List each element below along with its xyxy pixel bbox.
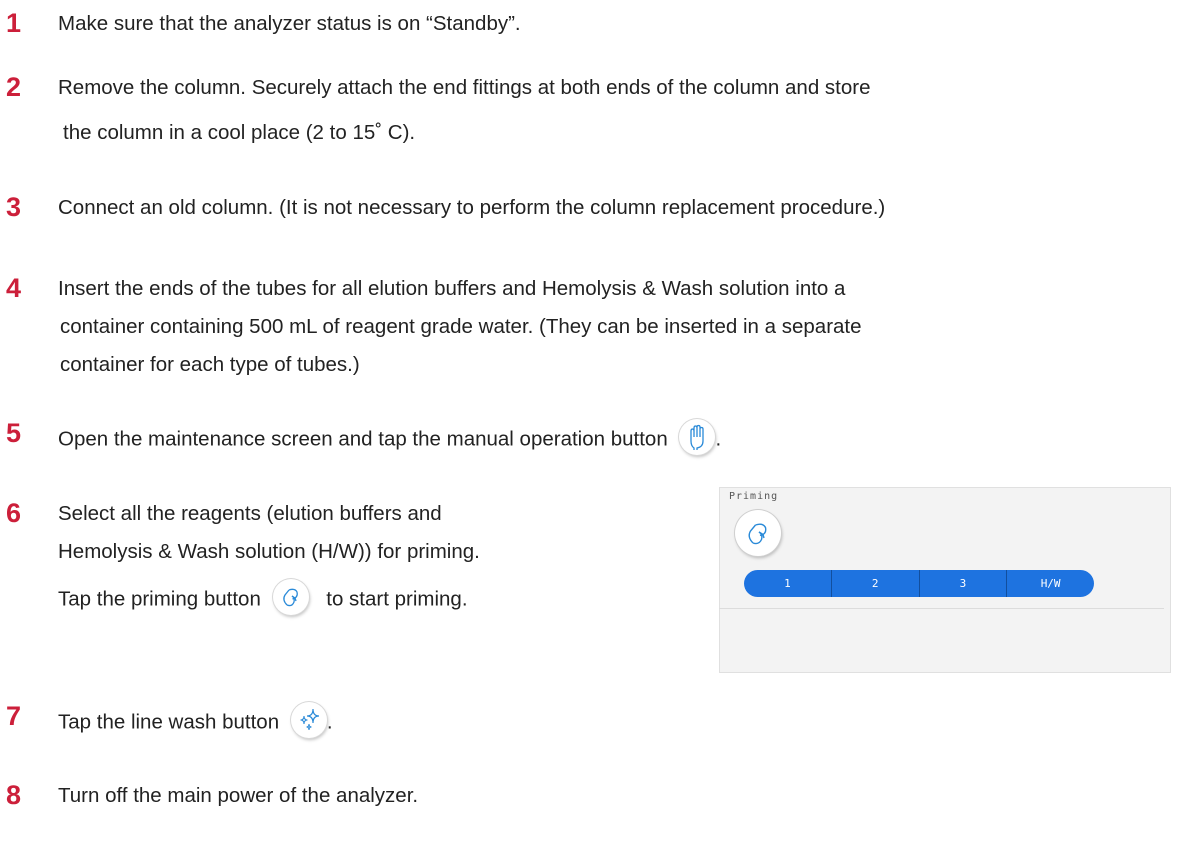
step-number: 5: [6, 418, 22, 448]
step-number: 1: [6, 8, 22, 38]
step-text: Open the maintenance screen and tap the …: [58, 427, 668, 451]
step-text-line-3-end: to start priming.: [326, 587, 468, 611]
sparkle-icon: [290, 702, 327, 738]
step-text-line-1: Insert the ends of the tubes for all elu…: [58, 277, 846, 300]
step-number: 7: [6, 701, 22, 731]
step-text-line-3: container for each type of tubes.): [60, 353, 360, 376]
reagent-selector: 1 2 3 H/W: [744, 570, 1094, 597]
step-text-line-1: Select all the reagents (elution buffers…: [58, 502, 442, 525]
step-text-line-2: Hemolysis & Wash solution (H/W)) for pri…: [58, 540, 480, 563]
step-text: Tap the line wash button: [58, 710, 280, 734]
reagent-segment-hw[interactable]: H/W: [1007, 570, 1094, 597]
step-number: 2: [6, 72, 22, 102]
step-text-line-3-start: Tap the priming button: [58, 587, 261, 611]
priming-panel-title: Priming: [729, 491, 779, 502]
step-suffix: .: [715, 427, 722, 451]
step-suffix: .: [326, 710, 333, 734]
droplet-icon: [272, 579, 309, 615]
panel-divider: [719, 608, 1164, 609]
step-number: 8: [6, 780, 22, 810]
step-text-line-1: Remove the column. Securely attach the e…: [58, 76, 871, 99]
step-text: Make sure that the analyzer status is on…: [58, 12, 521, 35]
reagent-segment-3[interactable]: 3: [920, 570, 1008, 597]
step-text: Turn off the main power of the analyzer.: [58, 784, 419, 807]
step-number: 3: [6, 192, 22, 222]
hand-icon: [679, 419, 716, 455]
step-text-line-2: the column in a cool place (2 to 15˚ C).: [63, 121, 416, 144]
step-number: 6: [6, 498, 22, 528]
priming-button[interactable]: [735, 510, 781, 556]
reagent-segment-2[interactable]: 2: [832, 570, 920, 597]
step-text-line-2: container containing 500 mL of reagent g…: [60, 315, 862, 338]
step-number: 4: [6, 273, 22, 303]
reagent-segment-1[interactable]: 1: [744, 570, 832, 597]
step-text: Connect an old column. (It is not necess…: [58, 196, 886, 219]
